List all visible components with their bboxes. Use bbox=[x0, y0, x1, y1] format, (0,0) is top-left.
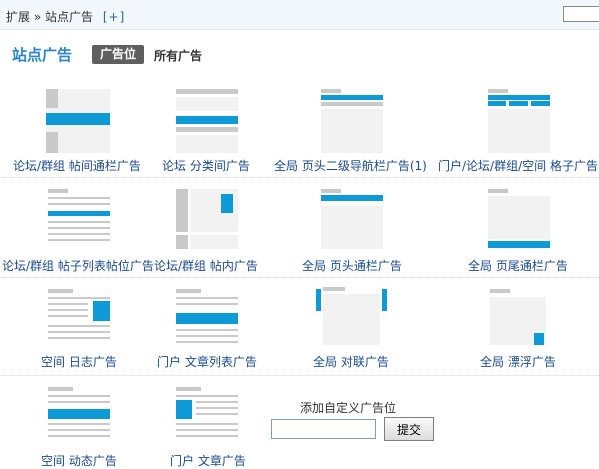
ad-label-floating[interactable]: 全局 漂浮广告 bbox=[480, 353, 556, 370]
search-input[interactable] bbox=[563, 6, 599, 22]
ad-thumb-article-list[interactable] bbox=[176, 289, 238, 345]
ad-thumb-in-thread[interactable] bbox=[176, 189, 238, 249]
row-divider bbox=[0, 375, 599, 376]
ad-thumb-subnav-banner[interactable] bbox=[321, 89, 383, 153]
ad-thumb-feed[interactable] bbox=[48, 387, 110, 443]
page-title: 站点广告 bbox=[12, 46, 73, 64]
ad-thumb-grid[interactable] bbox=[488, 89, 550, 153]
ad-thumb-floating[interactable] bbox=[490, 289, 546, 345]
ad-label-header-banner[interactable]: 全局 页头通栏广告 bbox=[302, 257, 402, 274]
ad-label-couplet[interactable]: 全局 对联广告 bbox=[313, 353, 389, 370]
ad-label-blog[interactable]: 空间 日志广告 bbox=[41, 353, 117, 370]
ad-label-in-thread[interactable]: 论坛/群组 帖内广告 bbox=[154, 257, 258, 274]
ad-label-footer-banner[interactable]: 全局 页尾通栏广告 bbox=[468, 257, 568, 274]
ad-label-subnav-banner[interactable]: 全局 页头二级导航栏广告(1) bbox=[274, 157, 427, 174]
ad-label-category-interval[interactable]: 论坛 分类间广告 bbox=[162, 157, 250, 174]
add-shortcut-link[interactable]: [+] bbox=[103, 10, 125, 24]
ad-thumb-thread-banner[interactable] bbox=[46, 89, 110, 153]
ad-thumb-article[interactable] bbox=[176, 387, 238, 443]
row-divider bbox=[0, 177, 599, 178]
ad-label-feed[interactable]: 空间 动态广告 bbox=[41, 452, 117, 469]
ad-label-grid[interactable]: 门户/论坛/群组/空间 格子广告 bbox=[438, 157, 598, 174]
ad-label-thread-list[interactable]: 论坛/群组 帖子列表帖位广告 bbox=[2, 257, 154, 274]
ad-label-article[interactable]: 门户 文章广告 bbox=[170, 452, 246, 469]
breadcrumb-section[interactable]: 扩展 bbox=[6, 10, 30, 24]
breadcrumb-current: 站点广告 bbox=[45, 10, 94, 24]
ad-thumb-couplet[interactable] bbox=[316, 287, 387, 345]
custom-ad-position-input[interactable] bbox=[271, 419, 376, 439]
ad-label-article-list[interactable]: 门户 文章列表广告 bbox=[157, 353, 257, 370]
ad-thumb-blog[interactable] bbox=[48, 289, 110, 345]
top-bar: 扩展 » 站点广告 [+] bbox=[0, 0, 599, 30]
ad-thumb-header-banner[interactable] bbox=[321, 189, 383, 249]
breadcrumb: 扩展 » 站点广告 [+] bbox=[6, 8, 125, 25]
ad-label-thread-banner[interactable]: 论坛/群组 帖间通栏广告 bbox=[13, 157, 141, 174]
tab-ad-positions[interactable]: 广告位 bbox=[92, 45, 145, 64]
custom-ad-position-label: 添加自定义广告位 bbox=[300, 401, 397, 415]
ad-thumb-footer-banner[interactable] bbox=[488, 189, 550, 249]
breadcrumb-separator: » bbox=[33, 10, 42, 24]
tab-all-ads[interactable]: 所有广告 bbox=[154, 47, 202, 64]
submit-button[interactable]: 提交 bbox=[384, 417, 434, 441]
row-divider bbox=[0, 277, 599, 278]
ad-thumb-category-interval[interactable] bbox=[176, 89, 238, 153]
ad-thumb-thread-list[interactable] bbox=[48, 189, 110, 249]
